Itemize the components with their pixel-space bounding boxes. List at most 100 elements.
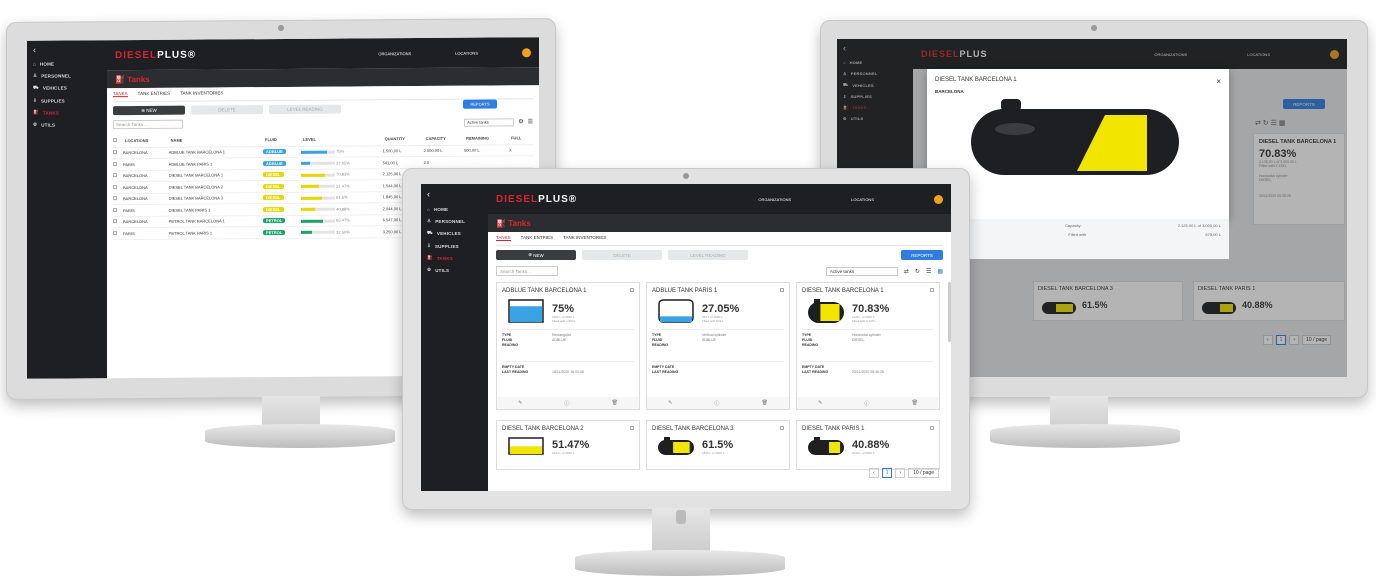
tank-card[interactable]: DIESEL TANK BARCELONA 3 61.5% 1845 L of 3… — [646, 420, 790, 470]
card-checkbox[interactable] — [780, 426, 784, 430]
card-checkbox[interactable] — [930, 288, 934, 292]
close-icon[interactable]: × — [1216, 77, 1221, 86]
info-icon[interactable]: ⓘ — [864, 400, 869, 407]
center-search-input[interactable]: Search Tanks... — [496, 266, 558, 276]
column-header[interactable]: LEVEL — [301, 133, 383, 146]
active-filter-select[interactable]: Active tanks — [464, 117, 515, 127]
nav-label: VEHICLES — [436, 231, 461, 236]
center-locations-menu[interactable]: LOCATIONS — [851, 197, 874, 202]
row-checkbox[interactable] — [113, 170, 123, 182]
row-checkbox[interactable] — [113, 205, 123, 217]
locations-menu[interactable]: LOCATIONS — [455, 50, 478, 55]
center-next-page[interactable]: › — [895, 468, 906, 478]
column-header[interactable]: FLUID — [263, 134, 301, 146]
center-tab-tank-inventories[interactable]: TANK INVENTORIES — [563, 235, 606, 241]
center-stand-base — [575, 550, 785, 576]
user-avatar[interactable] — [522, 47, 531, 57]
center-reports-button[interactable]: REPORTS — [901, 250, 943, 260]
level-reading-button[interactable]: LEVEL READING — [269, 104, 341, 115]
card-checkbox[interactable] — [930, 426, 934, 430]
nav-item-personnel[interactable]: ♙ PERSONNEL — [421, 215, 488, 227]
nav-item-tanks[interactable]: ⛽ TANKS — [421, 252, 488, 264]
trash-icon[interactable]: 🗑 — [912, 400, 918, 406]
center-refresh-icon[interactable]: ↻ — [915, 268, 920, 275]
nav-item-supplies[interactable]: ⇩ SUPPLIES — [421, 240, 488, 252]
cell-remaining — [464, 156, 509, 168]
center-main: TANKS TANK ENTRIES TANK INVENTORIES ⊕ NE… — [488, 232, 951, 491]
collapse-icon[interactable]: ‹ — [27, 40, 107, 59]
center-new-button[interactable]: ⊕ NEW — [496, 250, 576, 260]
cell-fluid: DIESEL — [263, 180, 301, 192]
center-per-page[interactable]: 10 / page — [908, 468, 939, 478]
center-page-number[interactable]: 1 — [881, 468, 893, 478]
new-button[interactable]: ⊕ NEW — [113, 105, 185, 116]
column-header[interactable]: NAME — [169, 134, 263, 147]
nav-item-vehicles[interactable]: ⛟ VEHICLES — [421, 227, 488, 240]
list-view-icon[interactable]: ☰ — [528, 118, 533, 125]
card-checkbox[interactable] — [630, 288, 634, 292]
nav-item-vehicles[interactable]: ⛟ VEHICLES — [27, 81, 107, 95]
select-all-checkbox[interactable] — [113, 135, 123, 147]
edit-icon[interactable]: ✎ — [668, 400, 672, 406]
column-header[interactable]: FULL — [509, 132, 533, 144]
center-filter-icon[interactable]: ⇄ — [904, 268, 909, 275]
tank-card[interactable]: DIESEL TANK BARCELONA 1 70.83% 2125 L of … — [796, 282, 940, 410]
reports-button-left[interactable]: REPORTS — [463, 99, 497, 109]
trash-icon[interactable]: 🗑 — [612, 400, 618, 406]
center-user-avatar[interactable] — [934, 194, 943, 204]
nav-item-utils[interactable]: ⚙ UTILS — [421, 264, 488, 276]
info-icon[interactable]: ⓘ — [714, 400, 719, 407]
cell-level: 75% — [301, 145, 383, 157]
row-checkbox[interactable] — [113, 159, 123, 171]
scrollbar[interactable] — [948, 282, 951, 342]
card-checkbox[interactable] — [630, 426, 634, 430]
level-bar — [301, 219, 336, 223]
tank-card[interactable]: DIESEL TANK PARIS 1 40.88% 2044 L of 5000… — [796, 420, 940, 470]
nav-item-personnel[interactable]: ♙ PERSONNEL — [27, 69, 107, 82]
nav-item-home[interactable]: ⌂ HOME — [421, 204, 488, 215]
modal-location: BARCELONA — [935, 89, 964, 94]
nav-item-tanks[interactable]: ⛽ TANKS — [27, 106, 107, 119]
fluid-value: DIESEL — [852, 338, 865, 342]
level-text: 65.47% — [336, 217, 350, 223]
tank-card[interactable]: DIESEL TANK BARCELONA 2 51.47% 1544 L of … — [496, 420, 640, 470]
edit-icon[interactable]: ✎ — [818, 400, 822, 406]
card-checkbox[interactable] — [780, 288, 784, 292]
center-level-reading-button[interactable]: LEVEL READING — [668, 250, 748, 260]
edit-icon[interactable]: ✎ — [518, 400, 522, 406]
center-tab-tank-entries[interactable]: TANK ENTRIES — [521, 235, 553, 241]
center-grid-view-icon[interactable]: ▦ — [937, 268, 943, 275]
info-icon[interactable]: ⓘ — [564, 400, 569, 407]
column-header[interactable]: LOCATIONS — [123, 135, 169, 147]
center-screen: ‹ ⌂ HOME ♙ PERSONNEL ⛟ VEHICLES ⇩ SUPPLIES ⛽ TANK… — [421, 184, 951, 491]
tank-card[interactable]: ADBLUE TANK BARCELONA 1 75% 1500 L of 200… — [496, 282, 640, 410]
center-active-filter-select[interactable]: Active tanks — [825, 266, 898, 276]
tab-tanks[interactable]: TANKS — [113, 91, 128, 98]
tab-tank-inventories[interactable]: TANK INVENTORIES — [180, 90, 223, 96]
tank-card[interactable]: ADBLUE TANK PARIS 1 27.05% 541 L of 2000 … — [646, 282, 790, 410]
nav-item-supplies[interactable]: ⇩ SUPPLIES — [27, 94, 107, 107]
column-header[interactable]: QUANTITY — [383, 133, 424, 145]
tab-tank-entries[interactable]: TANK ENTRIES — [138, 91, 170, 97]
row-checkbox[interactable] — [113, 182, 123, 194]
nav-item-home[interactable]: ⌂ HOME — [27, 58, 107, 70]
center-delete-button[interactable]: DELETE — [582, 250, 662, 260]
row-checkbox[interactable] — [113, 193, 123, 205]
center-prev-page[interactable]: ‹ — [869, 468, 879, 478]
row-checkbox[interactable] — [113, 228, 123, 240]
center-tab-tanks[interactable]: TANKS — [496, 235, 511, 241]
trash-icon[interactable]: 🗑 — [762, 400, 768, 406]
organizations-menu[interactable]: ORGANIZATIONS — [378, 51, 411, 56]
column-header[interactable]: REMAINING — [464, 132, 509, 144]
row-checkbox[interactable] — [113, 147, 123, 159]
delete-button[interactable]: DELETE — [191, 105, 263, 115]
column-header[interactable]: CAPACITY — [424, 133, 464, 145]
center-collapse-icon[interactable]: ‹ — [421, 184, 488, 204]
nav-item-utils[interactable]: ⚙ UTILS — [27, 118, 107, 131]
search-input[interactable]: Search Tanks... — [113, 119, 183, 130]
settings-icon[interactable]: ⚙ — [518, 118, 523, 125]
level-fill — [301, 161, 311, 166]
row-checkbox[interactable] — [113, 216, 123, 228]
center-organizations-menu[interactable]: ORGANIZATIONS — [758, 197, 791, 202]
center-list-view-icon[interactable]: ☰ — [926, 268, 931, 275]
